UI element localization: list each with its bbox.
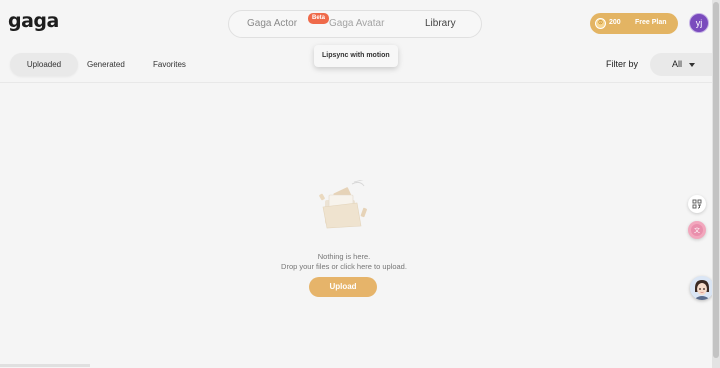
qr-code-icon bbox=[692, 199, 702, 209]
tab-generated[interactable]: Generated bbox=[87, 53, 125, 76]
plan-label: Free Plan bbox=[635, 19, 667, 26]
nav-item-gaga-actor[interactable]: Gaga Actor Beta bbox=[247, 13, 330, 29]
scrollbar-thumb[interactable] bbox=[713, 2, 719, 358]
assistant-avatar-icon bbox=[690, 276, 714, 300]
beta-badge: Beta bbox=[308, 13, 330, 24]
nav-item-gaga-avatar[interactable]: Gaga Avatar bbox=[329, 18, 384, 29]
svg-text:文: 文 bbox=[694, 227, 700, 235]
tab-favorites[interactable]: Favorites bbox=[153, 53, 186, 76]
upload-button[interactable]: Upload bbox=[309, 277, 377, 297]
empty-state-title: Nothing is here. bbox=[317, 252, 371, 261]
gaga-logo[interactable]: gaga bbox=[8, 10, 59, 32]
bottom-scrollbar[interactable] bbox=[0, 364, 90, 367]
empty-state-subtitle[interactable]: Drop your files or click here to upload. bbox=[0, 262, 688, 271]
credits-plan-button[interactable]: ⊙ 200 Free Plan bbox=[590, 13, 678, 34]
folder-with-papers-icon bbox=[319, 180, 367, 229]
translate-button[interactable]: 文 bbox=[688, 221, 706, 239]
library-page: gaga Gaga Actor Beta Gaga Avatar Library… bbox=[0, 0, 714, 368]
caret-down-icon bbox=[688, 62, 695, 67]
vertical-scrollbar[interactable] bbox=[712, 0, 720, 368]
filter-label: Filter by bbox=[606, 59, 639, 69]
coin-icon: ⊙ bbox=[595, 18, 606, 29]
tab-uploaded[interactable]: Uploaded bbox=[10, 53, 78, 76]
assistant-avatar-button[interactable] bbox=[690, 276, 714, 300]
filter-dropdown[interactable]: All bbox=[650, 53, 712, 76]
nav-item-library[interactable]: Library bbox=[425, 18, 456, 29]
qr-code-button[interactable] bbox=[688, 195, 706, 213]
user-avatar[interactable]: yj bbox=[689, 13, 709, 33]
filter-value: All bbox=[672, 59, 683, 69]
credits-amount: 200 bbox=[609, 19, 621, 26]
header-divider bbox=[0, 82, 712, 83]
nav-tooltip: Lipsync with motion bbox=[314, 45, 398, 67]
nav-item-label: Gaga Actor bbox=[247, 18, 298, 29]
top-navigation: Gaga Actor Beta Gaga Avatar Library bbox=[228, 10, 482, 38]
translate-icon: 文 bbox=[691, 224, 703, 236]
